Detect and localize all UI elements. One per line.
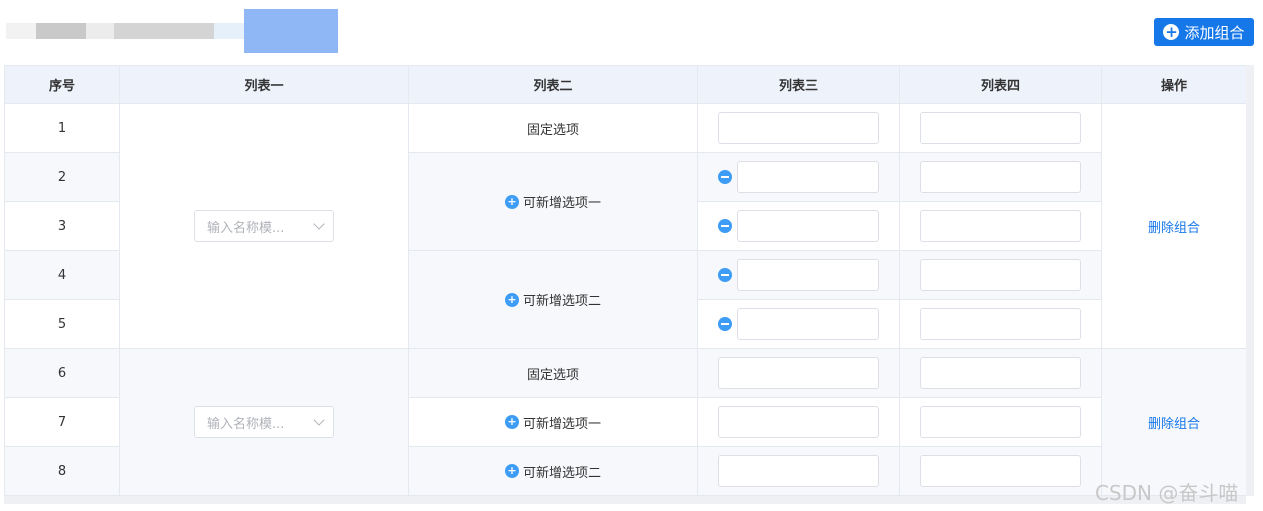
row-number: 1 <box>4 103 120 153</box>
add-group-label: 添加组合 <box>1184 23 1245 42</box>
row-number: 7 <box>4 397 120 447</box>
combination-table: 序号 列表一 列表二 列表三 列表四 操作 1 输入名称模... 固定选项 删除… <box>4 65 1247 496</box>
row-number: 4 <box>4 250 120 300</box>
add-option-label: 可新增选项一 <box>522 416 601 432</box>
watermark: CSDN @奋斗喵 <box>1095 481 1239 505</box>
add-option-cell: + 可新增选项二 <box>408 446 698 496</box>
list3-cell <box>697 201 900 251</box>
list4-input[interactable] <box>920 112 1081 144</box>
group1-actions-cell: 删除组合 <box>1101 103 1247 349</box>
table-header-row: 序号 列表一 列表二 列表三 列表四 操作 <box>4 65 1247 104</box>
select-placeholder: 输入名称模... <box>207 416 285 432</box>
minus-circle-icon[interactable] <box>718 317 732 331</box>
add-option-label: 可新增选项二 <box>522 465 601 481</box>
minus-circle-icon[interactable] <box>718 170 732 184</box>
table-row: 1 输入名称模... 固定选项 删除组合 <box>4 103 1247 349</box>
chevron-down-icon <box>313 414 325 426</box>
list4-cell <box>899 299 1102 349</box>
group1-list1-cell: 输入名称模... <box>119 103 409 349</box>
col-header-list2: 列表二 <box>408 65 698 104</box>
col-header-list1: 列表一 <box>119 65 409 104</box>
plus-circle-icon: + <box>504 194 519 209</box>
list3-cell <box>697 397 900 447</box>
plus-circle-icon: + <box>504 415 519 429</box>
name-select[interactable]: 输入名称模... <box>194 406 334 438</box>
fixed-option-cell: 固定选项 <box>408 348 698 398</box>
list4-cell <box>899 397 1102 447</box>
vertical-scrollbar[interactable] <box>1246 65 1254 496</box>
top-bar: + 添加组合 <box>0 0 1263 64</box>
list4-input[interactable] <box>920 161 1081 193</box>
minus-circle-icon[interactable] <box>718 268 732 282</box>
row-number: 3 <box>4 201 120 251</box>
list3-cell <box>697 103 900 153</box>
add-option-1-button[interactable]: + 可新增选项一 <box>504 192 601 211</box>
blurred-title <box>6 8 338 54</box>
list4-cell <box>899 201 1102 251</box>
add-option-label: 可新增选项二 <box>522 294 601 309</box>
list3-input[interactable] <box>718 112 879 144</box>
chevron-down-icon <box>313 218 325 230</box>
add-option-cell: + 可新增选项二 <box>408 250 698 349</box>
list4-input[interactable] <box>920 406 1081 438</box>
add-option-cell: + 可新增选项一 <box>408 397 698 447</box>
col-header-list4: 列表四 <box>899 65 1102 104</box>
list3-cell <box>697 152 900 202</box>
delete-group-link[interactable]: 删除组合 <box>1148 221 1200 236</box>
list4-cell <box>899 103 1102 153</box>
list4-cell <box>899 446 1102 496</box>
add-option-cell: + 可新增选项一 <box>408 152 698 251</box>
list4-cell <box>899 348 1102 398</box>
horizontal-scrollbar[interactable] <box>4 496 1246 504</box>
plus-circle-icon: + <box>504 292 519 307</box>
list4-cell <box>899 250 1102 300</box>
list3-input[interactable] <box>718 406 879 438</box>
select-placeholder: 输入名称模... <box>207 220 285 236</box>
table-row: 6 输入名称模... 固定选项 删除组合 <box>4 348 1247 496</box>
row-number: 8 <box>4 446 120 496</box>
minus-circle-icon[interactable] <box>718 219 732 233</box>
list3-input[interactable] <box>737 210 879 242</box>
name-select[interactable]: 输入名称模... <box>194 210 334 242</box>
list3-cell <box>697 348 900 398</box>
group2-list1-cell: 输入名称模... <box>119 348 409 496</box>
list4-input[interactable] <box>920 210 1081 242</box>
row-number: 2 <box>4 152 120 202</box>
col-header-list3: 列表三 <box>697 65 900 104</box>
group2-actions-cell: 删除组合 <box>1101 348 1247 496</box>
list3-cell <box>697 446 900 496</box>
list4-cell <box>899 152 1102 202</box>
add-option-label: 可新增选项一 <box>522 196 601 211</box>
col-header-index: 序号 <box>4 65 120 104</box>
list4-input[interactable] <box>920 357 1081 389</box>
fixed-option-cell: 固定选项 <box>408 103 698 153</box>
list4-input[interactable] <box>920 308 1081 340</box>
list3-input[interactable] <box>737 308 879 340</box>
list3-cell <box>697 299 900 349</box>
row-number: 5 <box>4 299 120 349</box>
list3-input[interactable] <box>718 455 879 487</box>
add-option-2-button[interactable]: + 可新增选项二 <box>504 290 601 309</box>
list4-input[interactable] <box>920 259 1081 291</box>
delete-group-link[interactable]: 删除组合 <box>1148 417 1200 432</box>
add-option-2-button[interactable]: + 可新增选项二 <box>504 462 601 481</box>
list4-input[interactable] <box>920 455 1081 487</box>
add-group-button[interactable]: + 添加组合 <box>1154 18 1254 46</box>
add-option-1-button[interactable]: + 可新增选项一 <box>504 413 601 432</box>
list3-input[interactable] <box>737 161 879 193</box>
plus-circle-icon: + <box>504 464 519 478</box>
list3-input[interactable] <box>718 357 879 389</box>
col-header-actions: 操作 <box>1101 65 1247 104</box>
list3-cell <box>697 250 900 300</box>
row-number: 6 <box>4 348 120 398</box>
plus-circle-icon: + <box>1163 23 1180 41</box>
list3-input[interactable] <box>737 259 879 291</box>
